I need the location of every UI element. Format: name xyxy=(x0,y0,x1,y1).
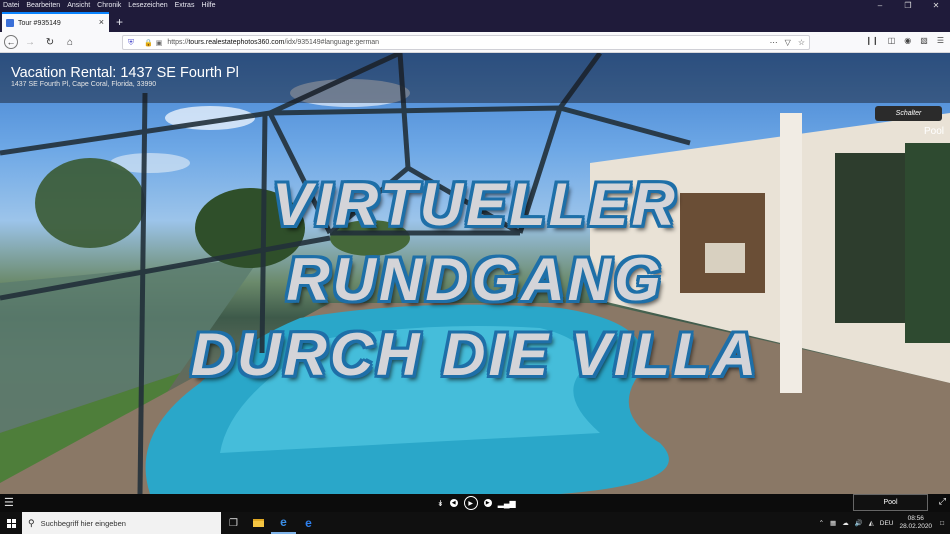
scene-name-label: Pool xyxy=(923,126,944,137)
next-scene-icon[interactable]: ▶ xyxy=(483,499,492,507)
overlay-headline-line-1: VIRTUELLER xyxy=(272,171,678,238)
menu-bar: Datei Bearbeiten Ansicht Chronik Lesezei… xyxy=(0,0,950,12)
forward-icon[interactable]: → xyxy=(22,34,38,50)
previous-scene-icon[interactable]: ◀ xyxy=(449,499,458,507)
account-icon[interactable]: ◉ xyxy=(904,36,911,45)
lock-icon[interactable]: 🔒 xyxy=(144,39,153,47)
tour-controls: ☰ ↡ ◀ ▶ ▶ ▂▄▆ Pool ⤢ xyxy=(0,494,950,512)
menu-extras[interactable]: Extras xyxy=(175,0,195,12)
menu-lesezeichen[interactable]: Lesezeichen xyxy=(128,0,167,12)
library-icon[interactable]: ❙❙ xyxy=(865,36,878,45)
menu-bearbeiten[interactable]: Bearbeiten xyxy=(26,0,60,12)
file-explorer-icon[interactable] xyxy=(246,512,271,534)
search-icon: ⚲ xyxy=(28,517,35,528)
menu-hilfe[interactable]: Hilfe xyxy=(201,0,215,12)
menu-datei[interactable]: Datei xyxy=(3,0,19,12)
schalter-button[interactable]: Schalter xyxy=(875,106,942,121)
tracking-shield-icon[interactable]: ⛨ xyxy=(128,38,138,48)
tab-title: Tour #935149 xyxy=(18,19,61,27)
page-actions-icon[interactable]: ⋯ xyxy=(770,38,778,47)
permissions-icon[interactable]: ▣ xyxy=(156,39,163,47)
tour-viewport[interactable]: Vacation Rental: 1437 SE Fourth Pl 1437 … xyxy=(0,53,950,494)
app-menu-icon[interactable]: ☰ xyxy=(937,36,944,45)
sidebar-icon[interactable]: ◫ xyxy=(888,36,896,45)
maximize-icon[interactable]: ❐ xyxy=(894,0,922,12)
close-window-icon[interactable]: ✕ xyxy=(922,0,950,12)
scene-list-icon[interactable]: ↡ xyxy=(437,499,444,508)
taskbar-search-box[interactable]: ⚲ Suchbegriff hier eingeben xyxy=(22,512,221,534)
tab-bar: Tour #935149 × + xyxy=(0,12,950,32)
clock-date: 28.02.2020 xyxy=(899,523,933,530)
play-icon[interactable]: ▶ xyxy=(463,496,478,510)
windows-start-icon[interactable] xyxy=(0,512,22,534)
menu-ansicht[interactable]: Ansicht xyxy=(67,0,90,12)
task-view-icon[interactable]: ❐ xyxy=(221,512,246,534)
search-placeholder: Suchbegriff hier eingeben xyxy=(40,518,126,528)
volume-icon[interactable]: 🔊 xyxy=(855,519,863,527)
audio-levels-icon[interactable]: ▂▄▆ xyxy=(498,499,516,508)
window-controls: – ❐ ✕ xyxy=(866,0,950,12)
tab-favicon-icon xyxy=(6,19,14,27)
menu-chronik[interactable]: Chronik xyxy=(97,0,121,12)
new-tab-icon[interactable]: + xyxy=(116,15,123,29)
cloud-icon[interactable]: ☁ xyxy=(842,519,849,527)
minimize-icon[interactable]: – xyxy=(866,0,894,12)
reload-icon[interactable]: ↻ xyxy=(42,34,58,50)
notifications-icon[interactable]: □ xyxy=(940,520,944,527)
clock[interactable]: 08:56 28.02.2020 xyxy=(900,515,933,531)
language-indicator[interactable]: DEU xyxy=(880,520,894,527)
back-icon[interactable]: ← xyxy=(4,35,18,49)
tour-title: Vacation Rental: 1437 SE Fourth Pl xyxy=(11,65,239,81)
internet-explorer-icon[interactable]: e xyxy=(271,512,296,534)
tour-menu-icon[interactable]: ☰ xyxy=(4,496,14,509)
tray-overflow-icon[interactable]: ⌃ xyxy=(819,519,824,527)
close-tab-icon[interactable]: × xyxy=(99,17,104,27)
overlay-headline-line-2: RUNDGANG xyxy=(286,246,664,313)
overlay-headline-line-3: DURCH DIE VILLA xyxy=(190,321,760,388)
windows-taskbar: ⚲ Suchbegriff hier eingeben ❐ e e ⌃ ▦ ☁ … xyxy=(0,512,950,534)
url-bar[interactable]: ⛨ 🔒 ▣ https://tours.realestatephotos360.… xyxy=(122,35,810,50)
tray-app-icon[interactable]: ▦ xyxy=(830,519,836,527)
screenshot-icon[interactable]: ▧ xyxy=(920,36,928,45)
tab-tour[interactable]: Tour #935149 × xyxy=(2,12,109,32)
url-text: https://tours.realestatephotos360.com/id… xyxy=(167,39,380,46)
network-icon[interactable]: ◭ xyxy=(869,519,874,527)
tour-header: Vacation Rental: 1437 SE Fourth Pl 1437 … xyxy=(0,53,950,103)
scene-pool-button[interactable]: Pool xyxy=(853,494,928,511)
clock-time: 08:56 xyxy=(907,515,924,522)
edge-browser-icon[interactable]: e xyxy=(296,512,321,534)
bookmark-star-icon[interactable]: ☆ xyxy=(798,38,805,47)
pocket-icon[interactable]: ▽ xyxy=(785,38,791,47)
tour-address: 1437 SE Fourth Pl, Cape Coral, Florida, … xyxy=(11,81,157,88)
home-icon[interactable]: ⌂ xyxy=(62,34,78,50)
system-tray: ⌃ ▦ ☁ 🔊 ◭ DEU 08:56 28.02.2020 □ xyxy=(819,512,950,534)
fullscreen-icon[interactable]: ⤢ xyxy=(939,496,946,507)
navigation-bar: ← → ↻ ⌂ ⛨ 🔒 ▣ https://tours.realestateph… xyxy=(0,32,950,53)
